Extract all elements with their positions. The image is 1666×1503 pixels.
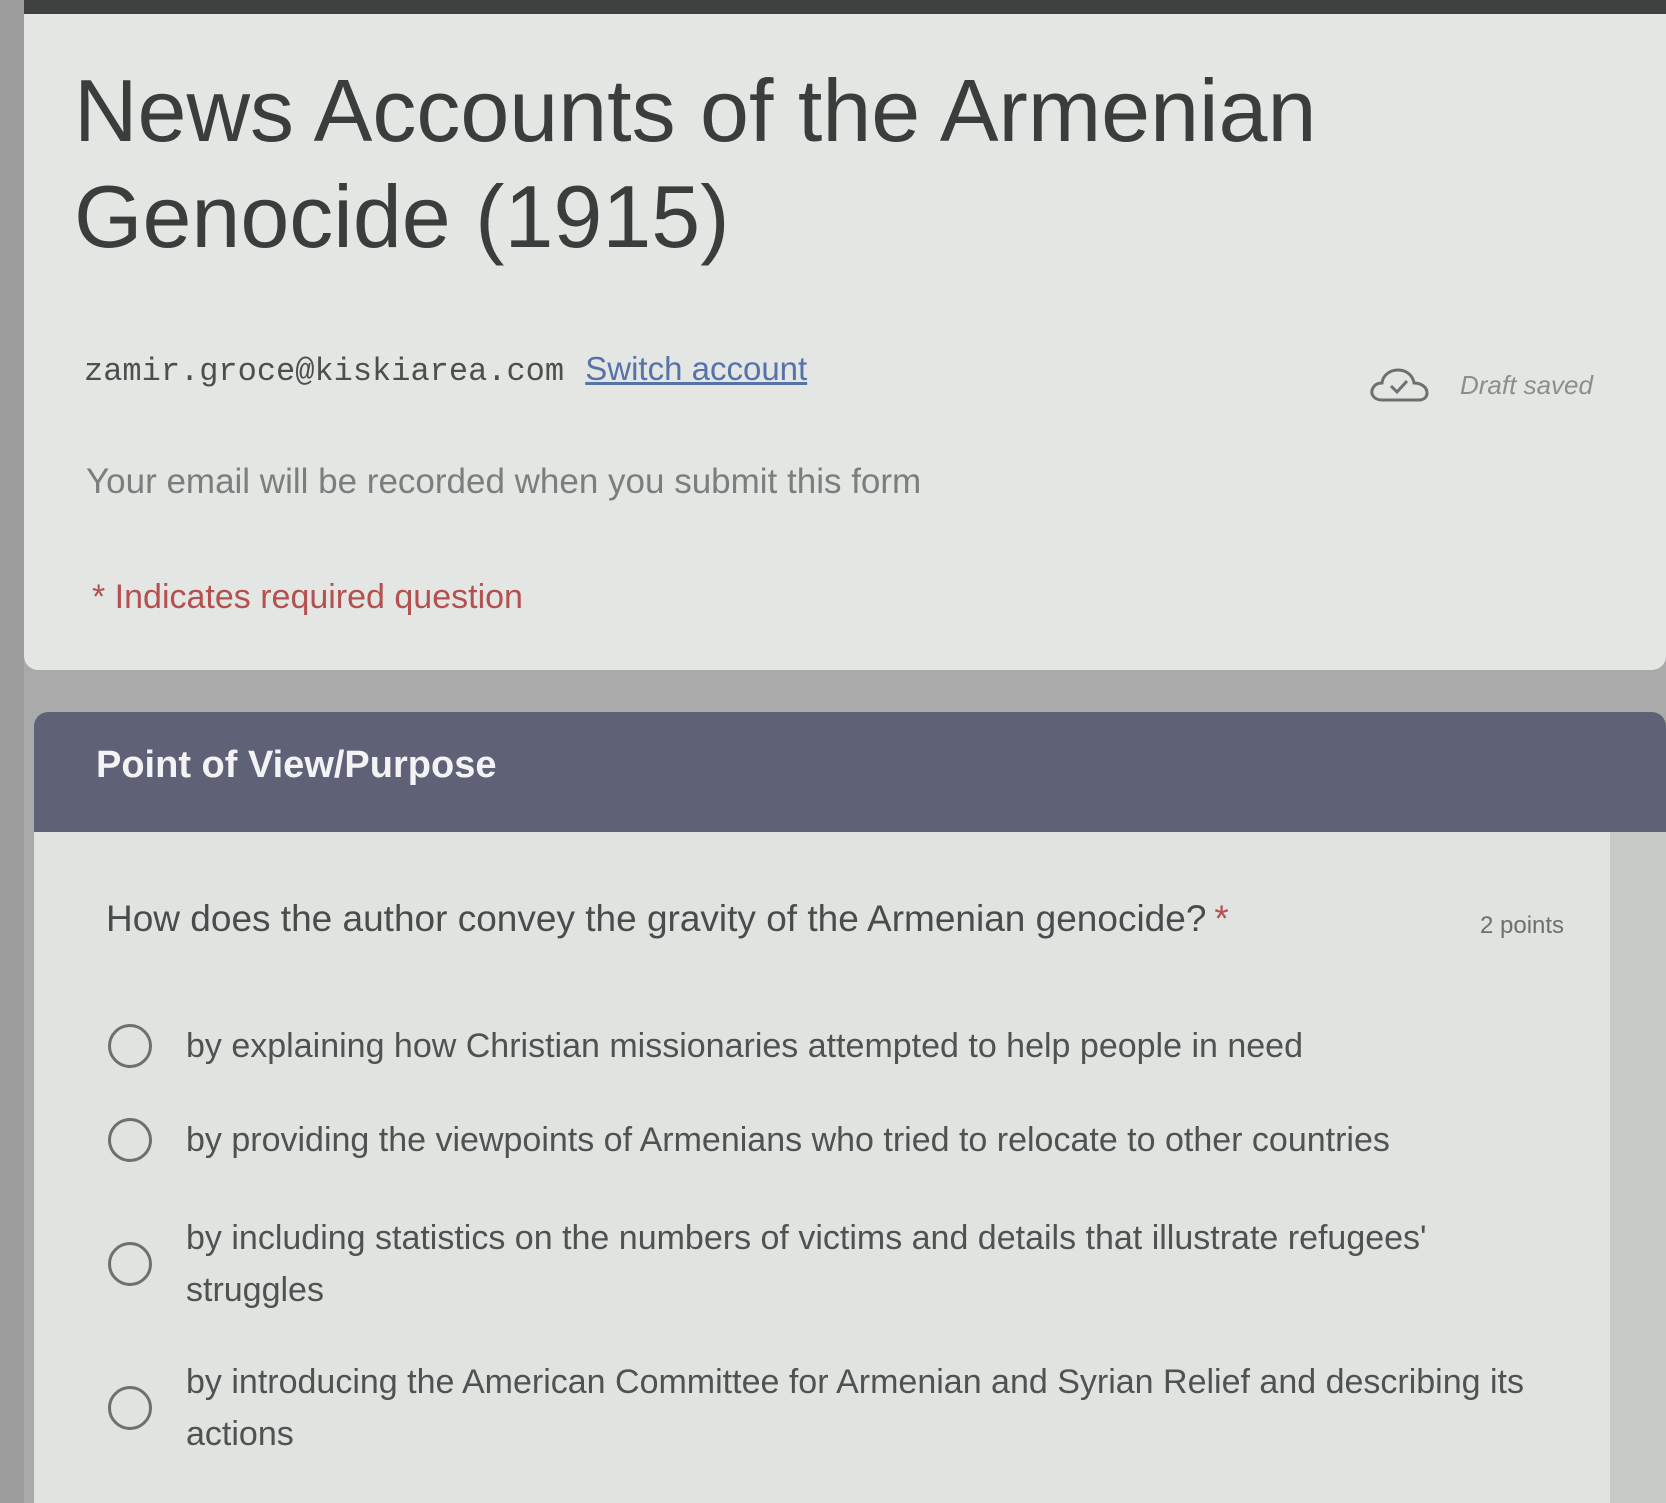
form-title: News Accounts of the Armenian Genocide (… <box>74 61 1317 266</box>
option-label: by providing the viewpoints of Armenians… <box>186 1121 1390 1159</box>
option-label: by introducing the American Committee fo… <box>186 1363 1525 1453</box>
points-label: 2 points <box>1480 912 1565 939</box>
required-question-note: * Indicates required question <box>92 578 523 616</box>
required-asterisk: * <box>1214 898 1229 939</box>
card-edge-shade <box>1610 832 1666 1503</box>
draft-status-label: Draft saved <box>1460 369 1593 400</box>
option-label: by including statistics on the numbers o… <box>186 1219 1427 1309</box>
answer-option-2[interactable]: by providing the viewpoints of Armenians… <box>108 1114 1390 1166</box>
left-background <box>0 0 24 1503</box>
radio-button[interactable] <box>108 1118 152 1162</box>
radio-button[interactable] <box>108 1386 152 1430</box>
radio-button[interactable] <box>108 1024 152 1068</box>
answer-option-4[interactable]: by introducing the American Committee fo… <box>108 1356 1546 1460</box>
section-header: Point of View/Purpose <box>34 712 1666 832</box>
switch-account-link[interactable]: Switch account <box>585 350 807 387</box>
answer-option-3[interactable]: by including statistics on the numbers o… <box>108 1212 1546 1316</box>
section-title: Point of View/Purpose <box>96 744 497 786</box>
draft-status: Draft saved <box>1368 366 1593 404</box>
question-text: How does the author convey the gravity o… <box>106 898 1229 940</box>
question-card: Point of View/Purpose How does the autho… <box>34 712 1666 1503</box>
question-label: How does the author convey the gravity o… <box>106 898 1207 939</box>
account-line: zamir.groce@kiskiarea.com Switch account <box>84 350 807 390</box>
option-label: by explaining how Christian missionaries… <box>186 1027 1304 1065</box>
account-email: zamir.groce@kiskiarea.com <box>84 353 565 390</box>
email-notice: Your email will be recorded when you sub… <box>86 462 922 501</box>
cloud-check-icon <box>1370 368 1429 402</box>
radio-button[interactable] <box>108 1242 152 1286</box>
answer-option-1[interactable]: by explaining how Christian missionaries… <box>108 1020 1303 1072</box>
